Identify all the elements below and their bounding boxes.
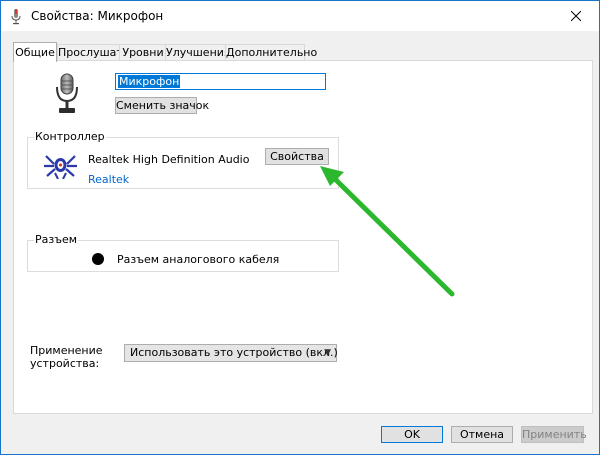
properties-window: Свойства: Микрофон Общие Прослушать Уров… xyxy=(0,0,600,455)
tab-advanced[interactable]: Дополнительно xyxy=(225,44,317,61)
device-usage-dropdown[interactable]: Использовать это устройство (вкл.) ▼ xyxy=(124,344,338,362)
tab-enhancements[interactable]: Улучшения xyxy=(165,44,231,61)
change-icon-button[interactable]: Сменить значок xyxy=(115,97,209,114)
jack-description: Разъем аналогового кабеля xyxy=(117,253,280,266)
controller-properties-button[interactable]: Свойства xyxy=(265,148,329,165)
apply-button[interactable]: Применить xyxy=(521,426,587,443)
chevron-down-icon: ▼ xyxy=(324,348,331,358)
tab-levels[interactable]: Уровни xyxy=(119,44,167,61)
controller-group-label: Контроллер xyxy=(34,130,106,143)
device-name-input[interactable]: Микрофон xyxy=(115,73,326,90)
device-usage-selected: Использовать это устройство (вкл.) xyxy=(130,346,338,359)
window-title: Свойства: Микрофон xyxy=(31,9,164,23)
device-usage-label-line1: Применение xyxy=(30,344,103,357)
ok-button[interactable]: OK xyxy=(381,426,443,443)
tab-listen[interactable]: Прослушать xyxy=(57,44,129,61)
cancel-button[interactable]: Отмена xyxy=(451,426,513,443)
close-icon xyxy=(571,11,581,21)
jack-color-indicator xyxy=(92,253,104,265)
title-bar[interactable]: Свойства: Микрофон xyxy=(1,1,599,31)
controller-group: Контроллер Realtek High Definition Audio… xyxy=(27,130,339,189)
general-tab-panel: Микрофон Сменить значок Контроллер Realt… xyxy=(13,60,593,414)
device-usage-label: Применение устройства: xyxy=(30,344,103,370)
vendor-link[interactable]: Realtek xyxy=(88,173,129,186)
microphone-icon xyxy=(56,73,78,113)
jack-group-label: Разъем xyxy=(34,233,79,246)
close-button[interactable] xyxy=(553,1,599,31)
controller-name: Realtek High Definition Audio xyxy=(88,153,250,166)
device-usage-label-line2: устройства: xyxy=(30,357,100,370)
realtek-logo-icon xyxy=(44,155,77,179)
tab-general[interactable]: Общие xyxy=(13,42,57,62)
jack-group: Разъем Разъем аналогового кабеля xyxy=(27,233,339,272)
microphone-icon xyxy=(11,9,21,25)
device-name-value: Микрофон xyxy=(118,75,181,88)
